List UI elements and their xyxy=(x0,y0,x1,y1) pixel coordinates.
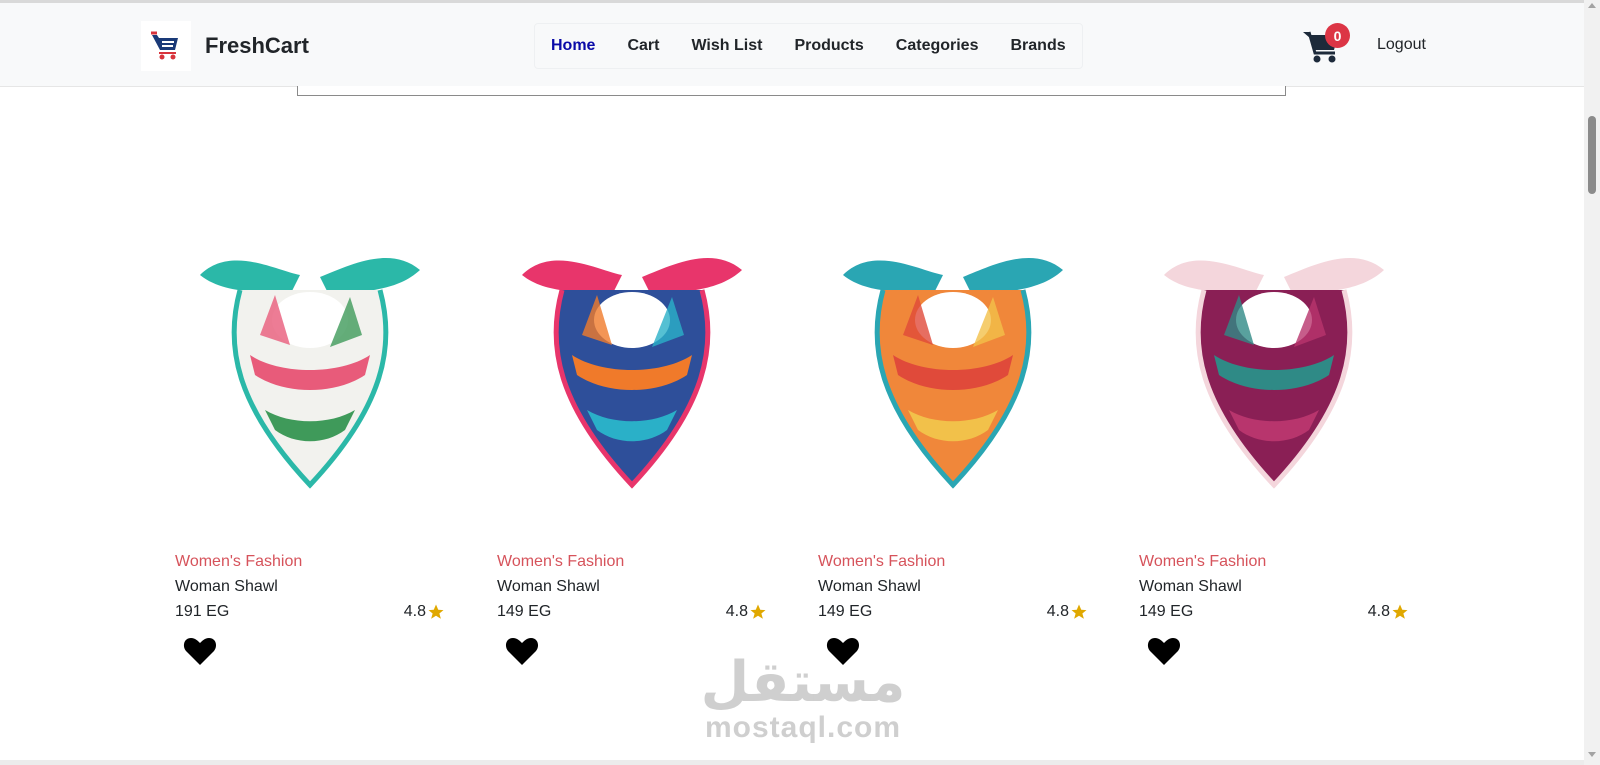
product-price: 149 EG xyxy=(497,603,552,620)
product-card[interactable]: Women's Fashion Woman Shawl 149 EG 4.8 xyxy=(482,215,782,685)
product-image xyxy=(1164,258,1384,489)
search-input[interactable] xyxy=(297,86,1286,96)
star-icon xyxy=(750,604,766,619)
wishlist-heart-icon[interactable] xyxy=(182,633,218,669)
cart-button[interactable]: 0 xyxy=(1303,23,1350,65)
watermark-arabic: مستقل xyxy=(700,650,906,715)
nav-products[interactable]: Products xyxy=(778,23,879,69)
logout-link[interactable]: Logout xyxy=(1377,36,1426,54)
product-rating: 4.8 xyxy=(726,603,767,621)
product-rating: 4.8 xyxy=(404,603,445,621)
product-title: Woman Shawl xyxy=(175,578,278,595)
product-title: Woman Shawl xyxy=(818,578,921,595)
watermark-latin: mostaql.com xyxy=(704,711,902,744)
product-price: 149 EG xyxy=(1139,603,1194,620)
product-title: Woman Shawl xyxy=(1139,578,1242,595)
scarf-shape xyxy=(843,260,943,295)
product-card[interactable]: Women's Fashion Woman Shawl 149 EG 4.8 xyxy=(803,215,1103,685)
scarf-shape xyxy=(1164,260,1264,295)
scroll-up-arrow-icon[interactable] xyxy=(1588,3,1596,8)
scrollbar-thumb[interactable] xyxy=(1588,116,1596,194)
wishlist-heart-icon[interactable] xyxy=(1146,633,1182,669)
cart-logo-icon xyxy=(141,21,191,71)
product-category: Women's Fashion xyxy=(175,553,303,570)
scroll-down-arrow-icon[interactable] xyxy=(1588,752,1596,757)
product-price: 191 EG xyxy=(175,603,230,620)
star-icon xyxy=(428,604,444,619)
nav-cart[interactable]: Cart xyxy=(611,23,675,69)
navbar: FreshCart Home Cart Wish List Products C… xyxy=(0,0,1584,87)
nav-brands[interactable]: Brands xyxy=(994,23,1081,69)
product-rating: 4.8 xyxy=(1047,603,1088,621)
brand[interactable]: FreshCart xyxy=(141,21,309,71)
product-category: Women's Fashion xyxy=(1139,553,1267,570)
brand-name: FreshCart xyxy=(205,33,309,58)
rating-value: 4.8 xyxy=(403,603,426,620)
product-card[interactable]: Women's Fashion Woman Shawl 149 EG 4.8 xyxy=(1124,215,1424,685)
page: FreshCart Home Cart Wish List Products C… xyxy=(0,0,1600,765)
product-category: Women's Fashion xyxy=(818,553,946,570)
watermark: مستقل mostaql.com xyxy=(698,655,908,745)
product-rating: 4.8 xyxy=(1368,603,1409,621)
vertical-scrollbar[interactable] xyxy=(1584,0,1600,765)
star-icon xyxy=(1071,604,1087,619)
nav-wish-list[interactable]: Wish List xyxy=(675,23,778,69)
rating-value: 4.8 xyxy=(1046,603,1069,620)
scarf-shape xyxy=(200,260,300,295)
page-bottom-edge xyxy=(0,760,1584,765)
rating-value: 4.8 xyxy=(1367,603,1390,620)
product-title: Woman Shawl xyxy=(497,578,600,595)
product-category: Women's Fashion xyxy=(497,553,625,570)
wishlist-heart-icon[interactable] xyxy=(504,633,540,669)
cart-count-badge: 0 xyxy=(1325,23,1350,48)
product-price: 149 EG xyxy=(818,603,873,620)
main-nav: Home Cart Wish List Products Categories … xyxy=(534,23,1083,69)
star-icon xyxy=(1392,604,1408,619)
rating-value: 4.8 xyxy=(725,603,748,620)
scarf-shape xyxy=(522,260,622,295)
product-card[interactable]: Women's Fashion Woman Shawl 191 EG 4.8 xyxy=(160,215,460,685)
product-image xyxy=(843,258,1063,489)
product-image xyxy=(522,258,742,489)
product-grid: Women's Fashion Woman Shawl 191 EG 4.8 W… xyxy=(160,215,1450,695)
nav-home[interactable]: Home xyxy=(535,23,611,69)
product-image xyxy=(200,258,420,489)
nav-categories[interactable]: Categories xyxy=(880,23,995,69)
